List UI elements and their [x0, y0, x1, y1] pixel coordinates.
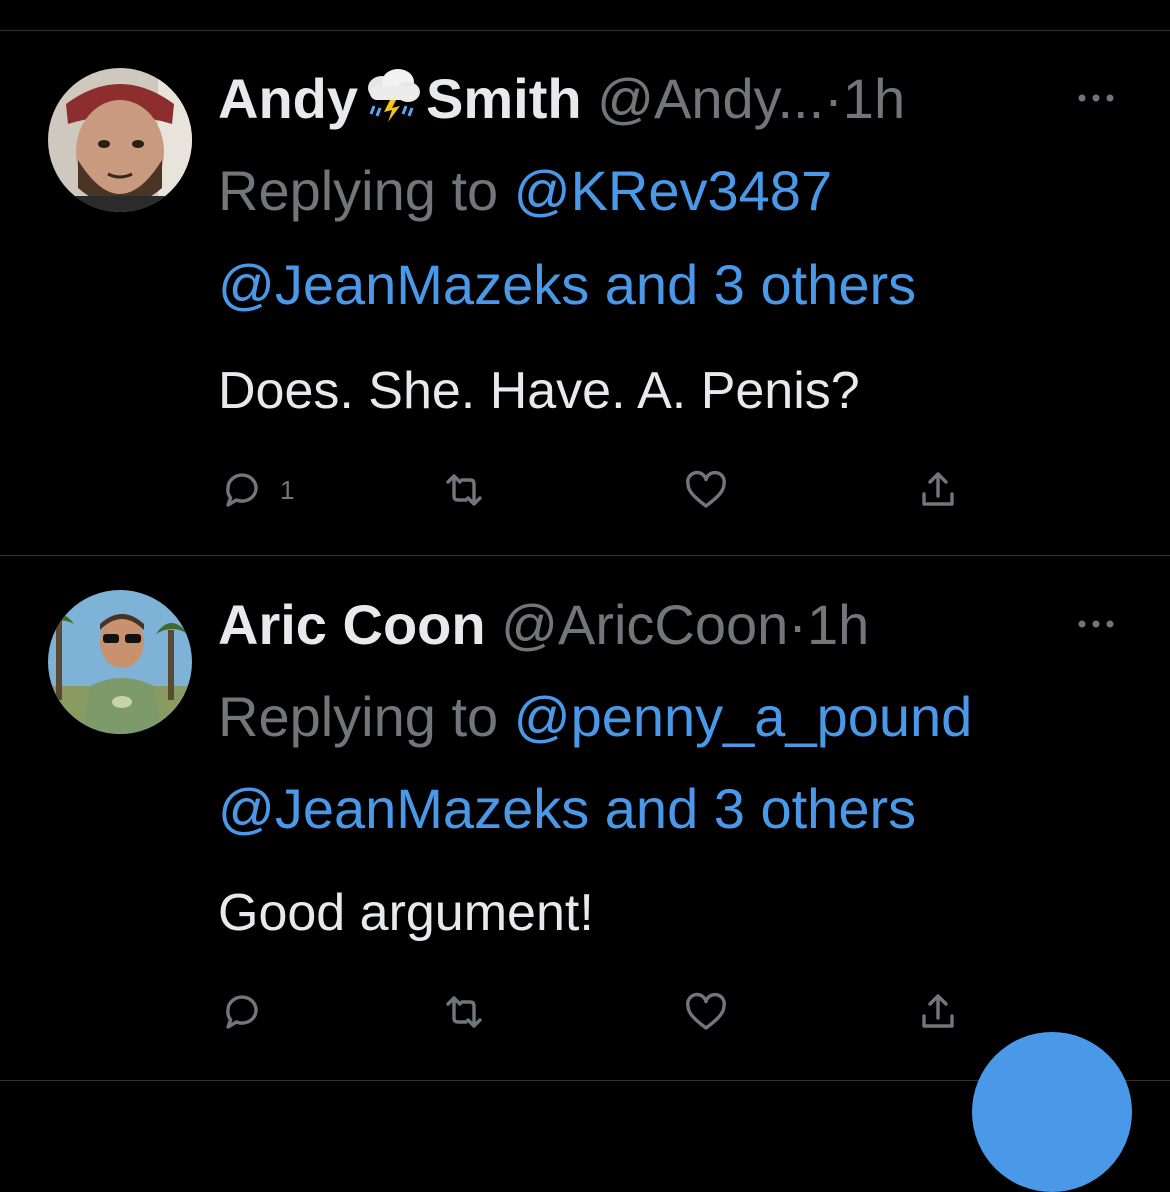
compose-fab[interactable] — [972, 1032, 1132, 1192]
tweet-andy-smith[interactable]: Andy Smith @Andy...·1h Replying to @KRev… — [0, 0, 1170, 555]
retweet-icon — [446, 996, 482, 1028]
separator-dot: · — [788, 593, 807, 656]
retweet-icon — [446, 474, 482, 506]
display-name-last: Smith — [426, 67, 582, 130]
replying-to-others: @JeanMazeks and 3 others — [218, 250, 916, 320]
tweet-text: Does. She. Have. A. Penis? — [218, 362, 860, 420]
handle[interactable]: @Andy... — [597, 67, 824, 130]
more-horizontal-icon[interactable] — [1072, 88, 1120, 108]
avatar[interactable] — [48, 590, 192, 734]
share-icon — [922, 994, 954, 1028]
display-name[interactable]: Aric Coon — [218, 593, 486, 656]
tweet-header: Aric Coon @AricCoon·1h — [218, 590, 869, 660]
handle[interactable]: @AricCoon — [501, 593, 788, 656]
tweet-text: Good argument! — [218, 884, 594, 942]
display-name-first: Andy — [218, 67, 358, 130]
share-icon — [922, 472, 954, 506]
share-button[interactable] — [914, 988, 962, 1036]
retweet-button[interactable] — [440, 466, 488, 514]
tweet-aric-coon[interactable]: Aric Coon @AricCoon·1h Replying to @penn… — [0, 556, 1170, 1086]
display-name[interactable]: Andy Smith — [218, 67, 582, 130]
cloud-with-lightning-and-rain-emoji — [360, 68, 424, 124]
reply-icon — [226, 473, 258, 507]
like-button[interactable] — [682, 988, 730, 1036]
timestamp[interactable]: 1h — [807, 593, 869, 656]
reply-button[interactable] — [218, 988, 280, 1036]
replying-to-others: @JeanMazeks and 3 others — [218, 774, 916, 844]
heart-icon — [686, 470, 726, 508]
heart-icon — [686, 992, 726, 1030]
share-button[interactable] — [914, 466, 962, 514]
replying-to-label: Replying to — [218, 685, 499, 748]
reply-icon — [226, 995, 258, 1029]
reply-button[interactable]: 1 — [218, 466, 294, 514]
mention-link[interactable]: @KRev3487 — [514, 159, 832, 222]
mention-others-link[interactable]: @JeanMazeks and 3 others — [218, 253, 916, 316]
avatar[interactable] — [48, 68, 192, 212]
reply-count: 1 — [280, 474, 295, 505]
replying-to-line: Replying to @KRev3487 — [218, 156, 832, 226]
tweet-header: Andy Smith @Andy...·1h — [218, 64, 905, 134]
more-horizontal-icon[interactable] — [1072, 614, 1120, 634]
retweet-button[interactable] — [440, 988, 488, 1036]
mention-others-link[interactable]: @JeanMazeks and 3 others — [218, 777, 916, 840]
like-button[interactable] — [682, 466, 730, 514]
mention-link[interactable]: @penny_a_pound — [514, 685, 973, 748]
timestamp[interactable]: 1h — [843, 67, 905, 130]
replying-to-line: Replying to @penny_a_pound — [218, 682, 972, 752]
replying-to-label: Replying to — [218, 159, 499, 222]
separator-dot: · — [824, 67, 843, 130]
